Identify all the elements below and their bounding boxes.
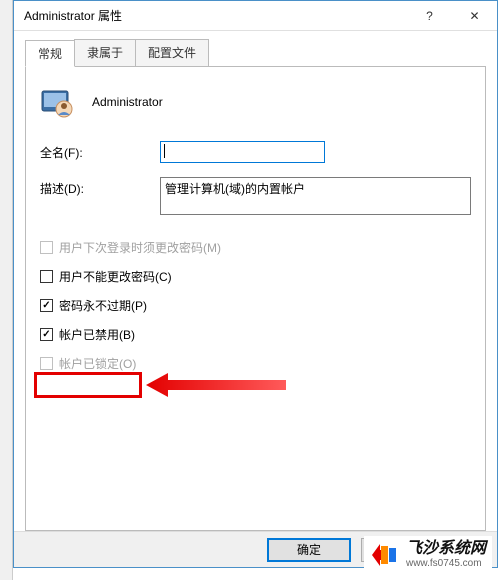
checkbox-icon	[40, 299, 53, 312]
help-icon: ?	[426, 9, 433, 23]
annotation-arrow-icon	[146, 369, 286, 401]
watermark: 飞沙系统网 www.fs0745.com	[364, 536, 492, 574]
close-button[interactable]: ✕	[452, 1, 497, 30]
dialog-body: 常规 隶属于 配置文件 Administrator 全名(F):	[14, 31, 497, 531]
watermark-title: 飞沙系统网	[406, 540, 486, 558]
description-row: 描述(D):	[40, 177, 471, 215]
tab-memberof[interactable]: 隶属于	[74, 39, 136, 66]
window-title: Administrator 属性	[24, 7, 407, 24]
tab-panel-general: Administrator 全名(F): 描述(D): 用户下次登录时须更改密码…	[25, 66, 486, 531]
close-icon: ✕	[469, 9, 479, 23]
checkbox-icon	[40, 270, 53, 283]
checkbox-password-never-expires[interactable]: 密码永不过期(P)	[40, 297, 471, 314]
user-name: Administrator	[92, 95, 163, 109]
checkbox-label: 密码永不过期(P)	[59, 297, 147, 314]
checkbox-label: 帐户已禁用(B)	[59, 326, 135, 343]
help-button[interactable]: ?	[407, 1, 452, 30]
tab-strip: 常规 隶属于 配置文件	[25, 39, 486, 66]
properties-dialog: Administrator 属性 ? ✕ 常规 隶属于 配置文件 Admi	[13, 0, 498, 568]
checkbox-must-change-password: 用户下次登录时须更改密码(M)	[40, 239, 471, 256]
background-window-edge	[0, 0, 13, 580]
user-header: Administrator	[40, 85, 471, 119]
checkbox-label: 帐户已锁定(O)	[59, 355, 136, 372]
checkbox-cannot-change-password[interactable]: 用户不能更改密码(C)	[40, 268, 471, 285]
tab-profile[interactable]: 配置文件	[135, 39, 209, 66]
checkbox-icon	[40, 328, 53, 341]
watermark-url: www.fs0745.com	[406, 558, 486, 570]
description-input[interactable]	[160, 177, 471, 215]
fullname-row: 全名(F):	[40, 141, 471, 163]
checkbox-account-disabled[interactable]: 帐户已禁用(B)	[40, 326, 471, 343]
checkbox-label: 用户下次登录时须更改密码(M)	[59, 239, 221, 256]
titlebar: Administrator 属性 ? ✕	[14, 1, 497, 31]
ok-button[interactable]: 确定	[267, 538, 351, 562]
fullname-label: 全名(F):	[40, 141, 160, 161]
checkbox-icon	[40, 241, 53, 254]
checkbox-label: 用户不能更改密码(C)	[59, 268, 172, 285]
checkbox-icon	[40, 357, 53, 370]
checkbox-account-locked: 帐户已锁定(O)	[40, 355, 471, 372]
text-caret	[164, 144, 165, 158]
watermark-logo-icon	[370, 540, 400, 570]
watermark-text: 飞沙系统网 www.fs0745.com	[406, 540, 486, 570]
fullname-input[interactable]	[160, 141, 325, 163]
tab-general[interactable]: 常规	[25, 40, 75, 67]
user-icon	[40, 85, 74, 119]
annotation-highlight-box	[34, 372, 142, 398]
description-label: 描述(D):	[40, 177, 160, 197]
